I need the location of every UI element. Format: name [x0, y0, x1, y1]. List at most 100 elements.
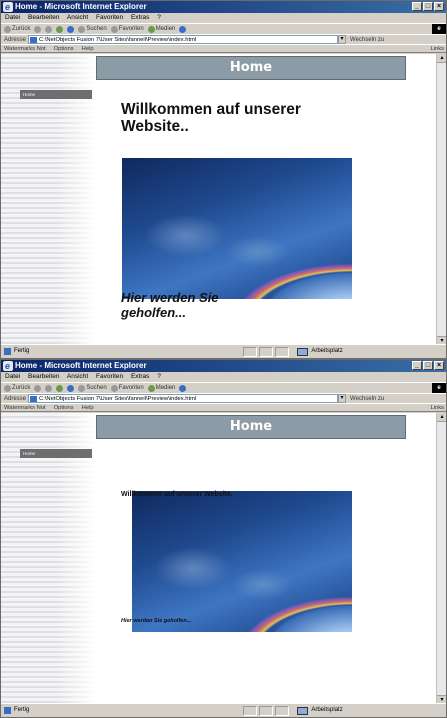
favorites-button[interactable]: Favoriten	[110, 383, 144, 394]
earth-image	[132, 491, 352, 632]
minimize-button[interactable]: _	[412, 2, 422, 11]
ie-icon	[3, 1, 13, 13]
address-input[interactable]: C:\NetObjects Fusion 7\User Sites\fannei…	[28, 394, 339, 403]
links-bar: Watermarks Not Options Help Links	[1, 403, 446, 412]
go-button[interactable]: Wechseln zu	[350, 35, 384, 45]
search-icon	[78, 25, 86, 33]
welcome-headline: Willkommen auf unserer Website.	[121, 491, 233, 498]
address-url: C:\NetObjects Fusion 7\User Sites\fannei…	[39, 396, 197, 402]
address-input[interactable]: C:\NetObjects Fusion 7\User Sites\fannei…	[28, 35, 339, 44]
stop-icon	[45, 384, 53, 392]
refresh-button[interactable]	[56, 25, 64, 33]
mail-icon	[179, 25, 187, 33]
home-icon	[67, 384, 75, 392]
status-segment	[275, 346, 290, 357]
minimize-button[interactable]: _	[412, 361, 422, 370]
mail-button[interactable]	[179, 384, 187, 392]
menu-bearbeiten[interactable]: Bearbeiten	[28, 14, 59, 21]
status-segment	[259, 705, 274, 716]
menu-bearbeiten[interactable]: Bearbeiten	[28, 373, 59, 380]
home-button[interactable]	[67, 384, 75, 392]
links-button[interactable]: Links	[430, 404, 446, 411]
media-button[interactable]: Medien	[147, 24, 175, 35]
forward-button[interactable]	[34, 25, 42, 33]
status-text: Fertig	[14, 707, 30, 713]
links-button[interactable]: Links	[430, 45, 446, 52]
media-button[interactable]: Medien	[147, 383, 175, 394]
help-menu[interactable]: Help	[82, 404, 94, 411]
nav-home-button[interactable]: Home	[20, 449, 92, 458]
nav-home-button[interactable]: Home	[20, 90, 92, 99]
computer-icon	[297, 347, 309, 356]
title-bar[interactable]: Home - Microsoft Internet Explorer _ □ ×	[1, 1, 446, 13]
search-button[interactable]: Suchen	[78, 383, 107, 394]
watermarks-button[interactable]: Watermarks Not	[4, 45, 46, 52]
mail-button[interactable]	[179, 25, 187, 33]
menu-ansicht[interactable]: Ansicht	[67, 373, 88, 380]
back-button[interactable]: Zurück	[4, 24, 30, 35]
menu-help[interactable]: ?	[157, 14, 161, 21]
status-text: Fertig	[14, 348, 30, 354]
scroll-up-arrow-icon[interactable]: ▴	[437, 54, 446, 63]
menu-favoriten[interactable]: Favoriten	[96, 14, 123, 21]
search-button[interactable]: Suchen	[78, 24, 107, 35]
watermarks-button[interactable]: Watermarks Not	[4, 404, 46, 411]
address-dropdown[interactable]: ▾	[338, 394, 347, 403]
standard-toolbar: Zurück Suchen Favoriten Medien e	[1, 23, 446, 34]
page-icon	[30, 396, 38, 402]
menu-datei[interactable]: Datei	[5, 14, 20, 21]
go-button[interactable]: Wechseln zu	[350, 394, 384, 404]
windows-logo-icon: e	[432, 24, 446, 34]
stop-button[interactable]	[45, 384, 53, 392]
forward-button[interactable]	[34, 384, 42, 392]
links-bar: Watermarks Not Options Help Links	[1, 44, 446, 53]
menu-extras[interactable]: Extras	[131, 373, 149, 380]
address-url: C:\NetObjects Fusion 7\User Sites\fannei…	[39, 37, 197, 43]
options-menu[interactable]: Options	[54, 404, 74, 411]
status-bar: Fertig Arbeitsplatz	[1, 703, 446, 717]
menu-bar: Datei Bearbeiten Ansicht Favoriten Extra…	[1, 372, 446, 382]
maximize-button[interactable]: □	[423, 2, 433, 11]
page-banner: Home	[96, 415, 406, 439]
scroll-up-arrow-icon[interactable]: ▴	[437, 413, 446, 422]
menu-help[interactable]: ?	[157, 373, 161, 380]
browser-window-top: Home - Microsoft Internet Explorer _ □ ×…	[0, 0, 447, 359]
page-banner: Home	[96, 56, 406, 80]
favorites-button[interactable]: Favoriten	[110, 24, 144, 35]
options-menu[interactable]: Options	[54, 45, 74, 52]
stop-button[interactable]	[45, 25, 53, 33]
forward-arrow-icon	[34, 25, 42, 33]
status-segment	[275, 705, 290, 716]
star-icon	[110, 384, 118, 392]
refresh-icon	[56, 384, 64, 392]
address-bar: Adresse C:\NetObjects Fusion 7\User Site…	[1, 393, 446, 403]
home-button[interactable]	[67, 25, 75, 33]
menu-ansicht[interactable]: Ansicht	[67, 14, 88, 21]
menu-favoriten[interactable]: Favoriten	[96, 373, 123, 380]
back-arrow-icon	[4, 384, 11, 392]
menu-datei[interactable]: Datei	[5, 373, 20, 380]
zone-label: Arbeitsplatz	[311, 707, 343, 713]
computer-icon	[297, 706, 309, 715]
stop-icon	[45, 25, 53, 33]
vertical-scrollbar[interactable]: ▴ ▾	[436, 54, 446, 345]
media-icon	[147, 384, 155, 392]
address-label: Adresse	[4, 36, 27, 43]
vertical-scrollbar[interactable]: ▴ ▾	[436, 413, 446, 704]
title-bar[interactable]: Home - Microsoft Internet Explorer _ □ ×	[1, 360, 446, 372]
page-done-icon	[4, 707, 11, 714]
maximize-button[interactable]: □	[423, 361, 433, 370]
earth-image	[122, 158, 352, 299]
refresh-button[interactable]	[56, 384, 64, 392]
close-button[interactable]: ×	[434, 361, 444, 370]
tagline-text: Hier werden Sie geholfen...	[121, 290, 219, 320]
address-dropdown[interactable]: ▾	[338, 35, 347, 44]
help-menu[interactable]: Help	[82, 45, 94, 52]
status-segment	[243, 705, 258, 716]
close-button[interactable]: ×	[434, 2, 444, 11]
menu-extras[interactable]: Extras	[131, 14, 149, 21]
browser-window-bottom: Home - Microsoft Internet Explorer _ □ ×…	[0, 359, 447, 718]
back-button[interactable]: Zurück	[4, 383, 30, 394]
page-icon	[30, 37, 38, 43]
ie-icon	[3, 360, 13, 372]
